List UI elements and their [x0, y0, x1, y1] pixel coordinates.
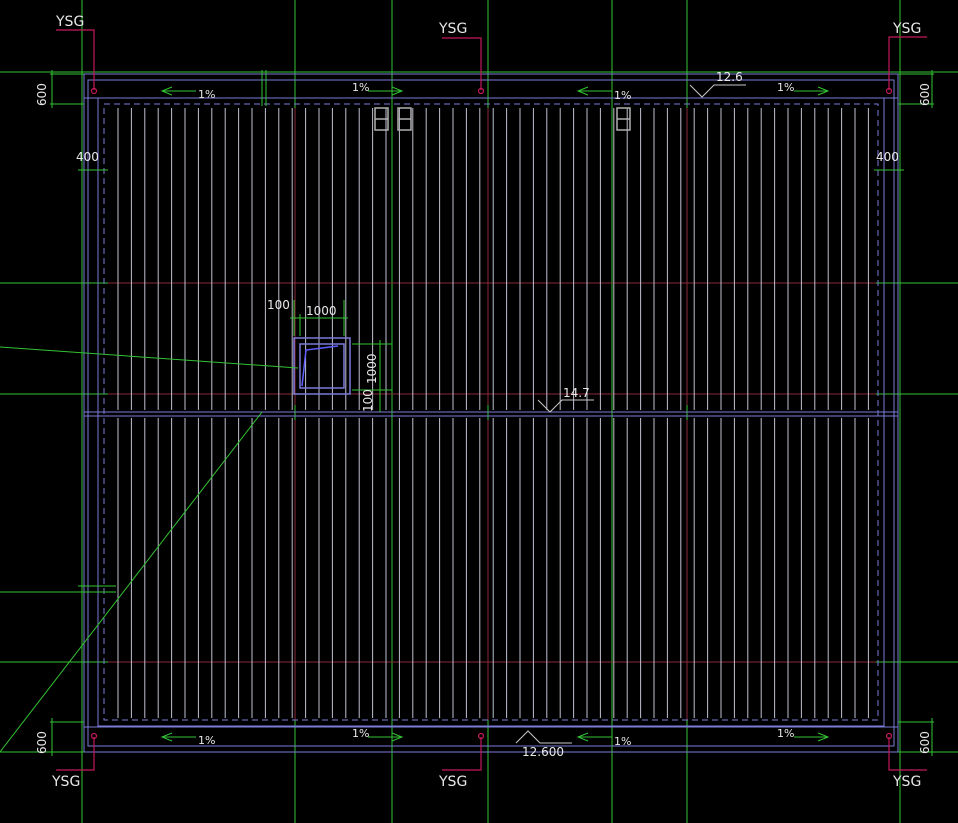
ysg-label-bottom-right: YSG: [892, 774, 921, 790]
dim-label-right-bottom: 600: [918, 731, 932, 754]
dim-label-left-bottom: 600: [35, 731, 49, 754]
dim-label-right-400: 400: [876, 150, 899, 164]
slope-label-top-2: 1%: [352, 81, 369, 94]
slope-label-bottom-3: 1%: [614, 735, 631, 748]
dim-label-right-top: 600: [918, 83, 932, 106]
ysg-label-top-right: YSG: [892, 21, 921, 37]
slope-label-bottom-4: 1%: [777, 727, 794, 740]
elevation-label-bottom: 12.600: [522, 745, 564, 759]
elevation-label-ridge: 14.7: [563, 386, 590, 400]
ysg-label-bottom-middle: YSG: [438, 774, 467, 790]
ysg-label-top-middle: YSG: [438, 21, 467, 37]
ysg-label-top-left: YSG: [55, 14, 84, 30]
elevation-label-top: 12.6: [716, 70, 743, 84]
cad-drawing-canvas[interactable]: YSG YSG YSG YSG YSG YSG 1% 1% 1% 1% 1% 1…: [0, 0, 958, 823]
dim-label-opening-height: 1000: [365, 353, 379, 384]
dim-label-opening-offset: 100: [267, 298, 290, 312]
ysg-label-bottom-left: YSG: [51, 774, 80, 790]
slope-label-top-3: 1%: [614, 89, 631, 102]
dim-label-opening-bottom: 100: [361, 389, 375, 412]
slope-label-bottom-1: 1%: [198, 734, 215, 747]
dim-label-opening-width: 1000: [306, 304, 337, 318]
slope-label-bottom-2: 1%: [352, 727, 369, 740]
slope-label-top-1: 1%: [198, 88, 215, 101]
dim-label-left-top: 600: [35, 83, 49, 106]
slope-label-top-4: 1%: [777, 81, 794, 94]
dim-label-left-400: 400: [76, 150, 99, 164]
